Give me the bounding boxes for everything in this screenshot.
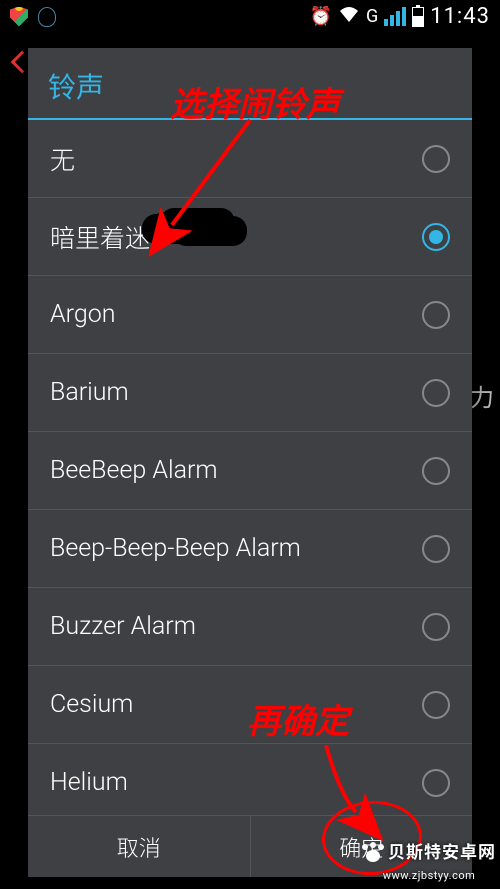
ringtone-item-label: Barium (50, 378, 129, 407)
radio-button-icon[interactable] (422, 535, 450, 563)
ringtone-item[interactable]: Argon (28, 276, 472, 354)
ringtone-item[interactable]: 无 (28, 120, 472, 198)
radio-button-icon[interactable] (422, 223, 450, 251)
paw-icon (362, 844, 384, 864)
ringtone-item-label: BeeBeep Alarm (50, 456, 218, 485)
ringtone-item-label: 暗里着迷 (50, 219, 150, 255)
ringtone-item-label: Cesium (50, 690, 133, 719)
ringtone-item-label: Beep-Beep-Beep Alarm (50, 534, 301, 563)
radio-button-icon[interactable] (422, 769, 450, 797)
ringtone-dialog: 铃声 无暗里着迷 Argon Barium BeeBeep Alarm Beep-Bee… (28, 48, 472, 877)
watermark-cn: 贝斯特安卓网 (388, 843, 496, 863)
network-type-label: G (366, 6, 378, 27)
alarm-icon: ⏰ (310, 6, 332, 27)
ringtone-list[interactable]: 无暗里着迷 Argon Barium BeeBeep Alarm Beep-Beep-B… (28, 120, 472, 815)
radio-button-icon[interactable] (422, 379, 450, 407)
ringtone-item[interactable]: BeeBeep Alarm (28, 432, 472, 510)
radio-button-icon[interactable] (422, 145, 450, 173)
ringtone-item-label: Helium (50, 768, 128, 797)
ringtone-item-label: Buzzer Alarm (50, 612, 196, 641)
watermark-en: www.zjbstyy.com (383, 869, 476, 882)
battery-icon (412, 7, 424, 27)
ringtone-item[interactable]: Cesium (28, 666, 472, 744)
radio-button-icon[interactable] (422, 691, 450, 719)
signal-bars-icon (384, 7, 406, 26)
ringtone-item[interactable]: Beep-Beep-Beep Alarm (28, 510, 472, 588)
ringtone-item-label: 无 (50, 141, 75, 177)
qq-icon (38, 7, 56, 27)
wifi-icon (338, 5, 360, 28)
ringtone-item[interactable]: Helium (28, 744, 472, 815)
security-shield-icon (10, 7, 28, 27)
status-bar: ⏰ G 11:43 (0, 0, 500, 33)
radio-button-icon[interactable] (422, 301, 450, 329)
clock-label: 11:43 (430, 4, 490, 29)
radio-button-icon[interactable] (422, 457, 450, 485)
ringtone-item-label: Argon (50, 300, 115, 329)
ringtone-item[interactable]: Buzzer Alarm (28, 588, 472, 666)
ringtone-item[interactable]: Barium (28, 354, 472, 432)
watermark: 贝斯特安卓网 www.zjbstyy.com (362, 838, 496, 883)
background-hint-text: 力 (470, 378, 494, 413)
radio-button-icon[interactable] (422, 613, 450, 641)
cancel-button[interactable]: 取消 (28, 816, 250, 877)
dialog-title: 铃声 (28, 48, 472, 120)
ringtone-item[interactable]: 暗里着迷 (28, 198, 472, 276)
